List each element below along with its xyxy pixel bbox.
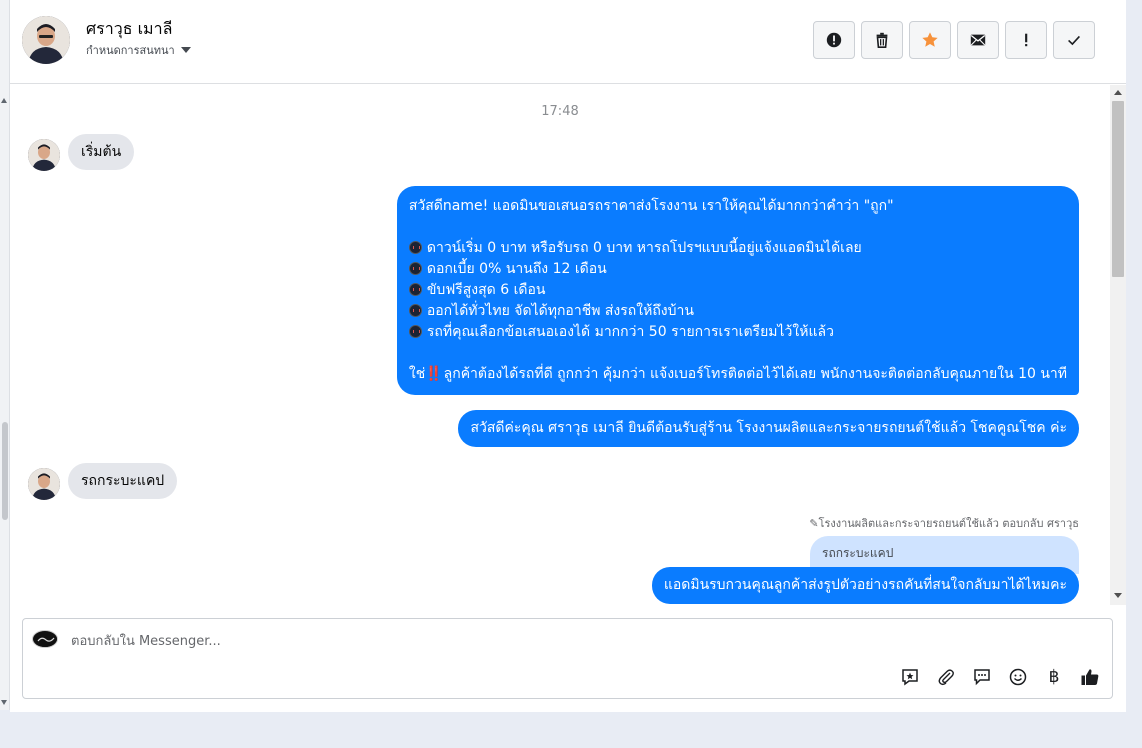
scroll-up-arrow-icon[interactable] (1114, 90, 1122, 95)
check-icon (1068, 35, 1080, 46)
contact-avatar[interactable] (22, 16, 70, 64)
follow-up-button[interactable] (1005, 21, 1047, 59)
saved-reply-icon (902, 669, 918, 686)
conversation-settings-label: กำหนดการสนทนา (86, 44, 175, 57)
delete-button[interactable] (861, 21, 903, 59)
exclamation-icon (1025, 33, 1028, 47)
conversation-header: ศราวุธ เมาลี กำหนดการสนทนา (10, 0, 1126, 84)
incoming-message[interactable]: รถกระบะแคป (68, 463, 178, 499)
car-emoji-icon (408, 241, 422, 254)
offer-bullet: ดาวน์เริ่ม 0 บาท หรือรับรถ 0 บาท หารถโปร… (408, 238, 1067, 259)
emoji-icon (1009, 668, 1027, 686)
trash-icon (876, 32, 888, 49)
incoming-message[interactable]: เริ่มต้น (68, 134, 135, 170)
offer-bullet: ขับฟรีสูงสุด 6 เดือน (408, 280, 1067, 301)
car-emoji-icon (408, 262, 422, 275)
thumbs-up-icon (1081, 669, 1099, 685)
double-exclamation-icon: ‼️ (425, 366, 442, 382)
attachment-button[interactable] (934, 665, 958, 689)
chat-scrollbar-thumb[interactable] (1112, 101, 1124, 277)
chat-button[interactable] (970, 665, 994, 689)
left-scrollbar-thumb[interactable] (2, 422, 8, 520)
message-timestamp: 17:48 (541, 104, 579, 119)
scroll-down-arrow-icon[interactable] (1114, 593, 1122, 598)
car-emoji-icon (408, 304, 422, 317)
outgoing-reply-message[interactable]: แอดมินรบกวนคุณลูกค้าส่งรูปตัวอย่างรถคันท… (651, 567, 1079, 604)
outgoing-welcome-message[interactable]: สวัสดีค่ะคุณ ศราวุธ เมาลี ยินดีต้อนรับสู… (458, 410, 1079, 447)
saved-reply-button[interactable] (898, 665, 922, 689)
caret-down-icon (180, 47, 191, 53)
conversation-panel: ศราวุธ เมาลี กำหนดการสนทนา 17:48 เริ่มต้… (10, 0, 1126, 712)
offer-bullet: รถที่คุณเลือกข้อเสนอเองได้ มากกว่า 50 รา… (408, 322, 1067, 343)
sender-avatar[interactable] (28, 139, 60, 171)
reply-input[interactable] (71, 631, 971, 651)
composer-toolbar: ฿ (898, 665, 1102, 689)
left-scrollbar[interactable] (0, 0, 10, 710)
chat-scrollbar[interactable] (1110, 85, 1126, 605)
spam-button[interactable] (813, 21, 855, 59)
message-list[interactable]: 17:48 เริ่มต้น สวัสดีname! แอดมินขอเสนอร… (10, 85, 1110, 605)
outgoing-offer-message[interactable]: สวัสดีname! แอดมินขอเสนอรถราคาส่งโรงงาน … (396, 186, 1079, 395)
star-icon (922, 32, 938, 47)
reply-indicator: ✎โรงงานผลิตและกระจายรถยนต์ใช้แล้ว ตอบกลั… (809, 517, 1079, 530)
mark-done-button[interactable] (1053, 21, 1095, 59)
sender-avatar[interactable] (28, 468, 60, 500)
alert-circle-icon (826, 32, 842, 48)
conversation-settings-dropdown[interactable]: กำหนดการสนทนา (86, 41, 191, 59)
offer-bullet: ดอกเบี้ย 0% นานถึง 12 เดือน (408, 259, 1067, 280)
reply-composer: ฿ (22, 618, 1113, 699)
header-actions (813, 21, 1095, 59)
star-button[interactable] (909, 21, 951, 59)
page-logo (32, 630, 58, 648)
contact-name[interactable]: ศราวุธ เมาลี (86, 17, 172, 42)
attachment-icon (938, 669, 954, 686)
reply-arrow-icon: ✎ (809, 517, 819, 530)
car-emoji-icon (408, 283, 422, 296)
baht-icon: ฿ (1048, 667, 1060, 687)
offer-bullet: ออกได้ทั่วไทย จัดได้ทุกอาชีพ ส่งรถให้ถึง… (408, 301, 1067, 322)
envelope-icon (970, 34, 986, 46)
mark-unread-button[interactable] (957, 21, 999, 59)
payment-button[interactable]: ฿ (1042, 665, 1066, 689)
scroll-up-arrow-icon[interactable] (1, 98, 7, 103)
car-emoji-icon (408, 325, 422, 338)
like-button[interactable] (1078, 665, 1102, 689)
chat-bubble-icon (974, 669, 990, 686)
offer-closing: ใช่‼️ ลูกค้าต้องได้รถที่ดี ถูกกว่า คุ้มกว… (408, 366, 1067, 382)
scroll-down-arrow-icon[interactable] (1, 700, 7, 705)
offer-greeting: สวัสดีname! แอดมินขอเสนอรถราคาส่งโรงงาน … (408, 198, 894, 214)
emoji-button[interactable] (1006, 665, 1030, 689)
